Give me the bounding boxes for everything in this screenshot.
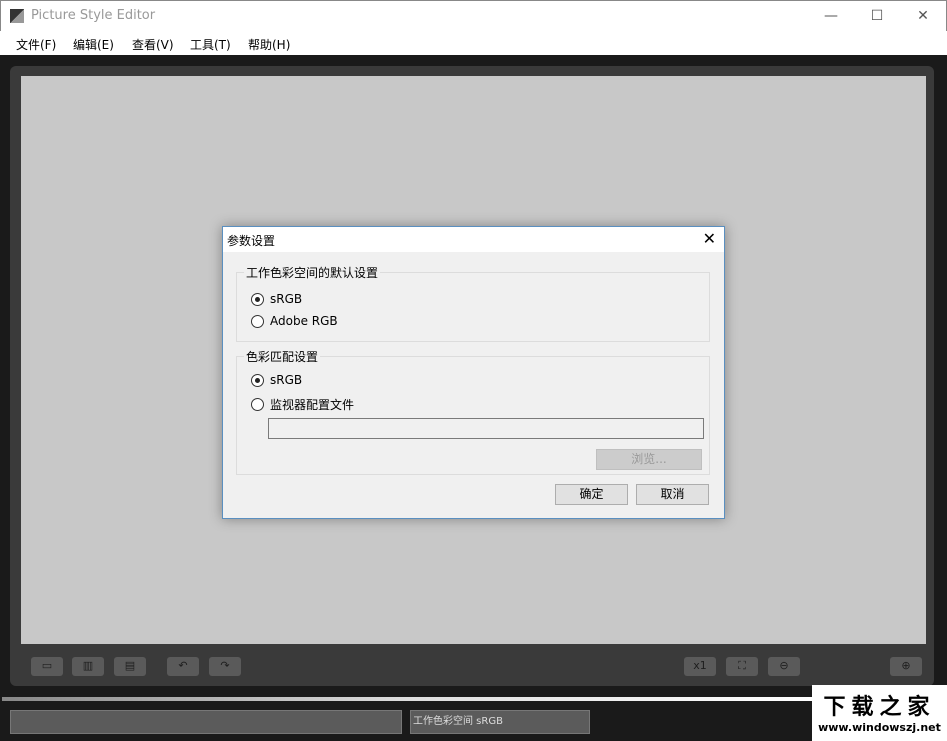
group-label: 色彩匹配设置 — [244, 348, 321, 365]
zoom-out-icon[interactable]: ⊖ — [768, 657, 800, 676]
dialog-title: 参数设置 — [227, 234, 276, 248]
menu-file[interactable]: 文件(F) — [16, 36, 56, 53]
menu-help[interactable]: 帮助(H) — [248, 36, 290, 53]
radio-adobe-rgb[interactable]: Adobe RGB — [251, 314, 338, 328]
status-color-space: 工作色彩空间 sRGB — [410, 710, 590, 734]
radio-label: 监视器配置文件 — [270, 398, 355, 412]
window-title: Picture Style Editor — [31, 8, 156, 23]
rotate-right-icon[interactable]: ↷ — [209, 657, 241, 676]
radio-unchecked-icon — [251, 314, 264, 328]
rotate-left-icon[interactable]: ↶ — [167, 657, 199, 676]
divider — [2, 697, 812, 701]
app-icon — [10, 9, 24, 23]
radio-checked-icon — [251, 373, 264, 387]
single-view-icon[interactable]: ▭ — [31, 657, 63, 676]
radio-label: sRGB — [270, 373, 303, 387]
ok-button[interactable]: 确定 — [555, 484, 628, 505]
zoom-in-icon[interactable]: ⊕ — [890, 657, 922, 676]
menu-view[interactable]: 查看(V) — [132, 36, 174, 53]
watermark-title: 下载之家 — [823, 695, 936, 720]
browse-button[interactable]: 浏览... — [596, 449, 702, 470]
radio-label: sRGB — [270, 292, 303, 306]
status-left — [10, 710, 402, 734]
watermark-url: www.windowszj.net — [818, 721, 941, 734]
close-button[interactable]: ✕ — [900, 1, 946, 32]
profile-file-input[interactable] — [268, 418, 704, 439]
dialog-close-button[interactable]: ✕ — [703, 229, 716, 248]
side-by-side-view-icon[interactable]: ▥ — [72, 657, 104, 676]
radio-srgb-matching[interactable]: sRGB — [251, 373, 302, 387]
menu-edit[interactable]: 编辑(E) — [73, 36, 114, 53]
radio-checked-icon — [251, 292, 264, 306]
menu-tools[interactable]: 工具(T) — [190, 36, 231, 53]
group-label: 工作色彩空间的默认设置 — [244, 264, 381, 281]
minimize-button[interactable]: — — [808, 1, 854, 32]
maximize-button[interactable]: ☐ — [854, 1, 900, 32]
cancel-button[interactable]: 取消 — [636, 484, 709, 505]
fit-screen-icon[interactable]: ⛶ — [726, 657, 758, 676]
menu-bar: 文件(F) 编辑(E) 查看(V) 工具(T) 帮助(H) — [0, 31, 947, 55]
zoom-1x-icon[interactable]: x1 — [684, 657, 716, 676]
working-color-space-group: 工作色彩空间的默认设置 sRGB Adobe RGB — [236, 264, 710, 342]
title-bar: Picture Style Editor — ☐ ✕ — [0, 0, 947, 31]
top-bottom-view-icon[interactable]: ▤ — [114, 657, 146, 676]
radio-monitor-profile[interactable]: 监视器配置文件 — [251, 396, 354, 413]
radio-srgb-working[interactable]: sRGB — [251, 292, 302, 306]
radio-label: Adobe RGB — [270, 314, 338, 328]
preferences-dialog: 参数设置 ✕ 工作色彩空间的默认设置 sRGB Adobe RGB 色彩匹配设置… — [222, 226, 725, 519]
watermark: 下载之家 www.windowszj.net — [812, 685, 947, 741]
radio-unchecked-icon — [251, 398, 264, 411]
